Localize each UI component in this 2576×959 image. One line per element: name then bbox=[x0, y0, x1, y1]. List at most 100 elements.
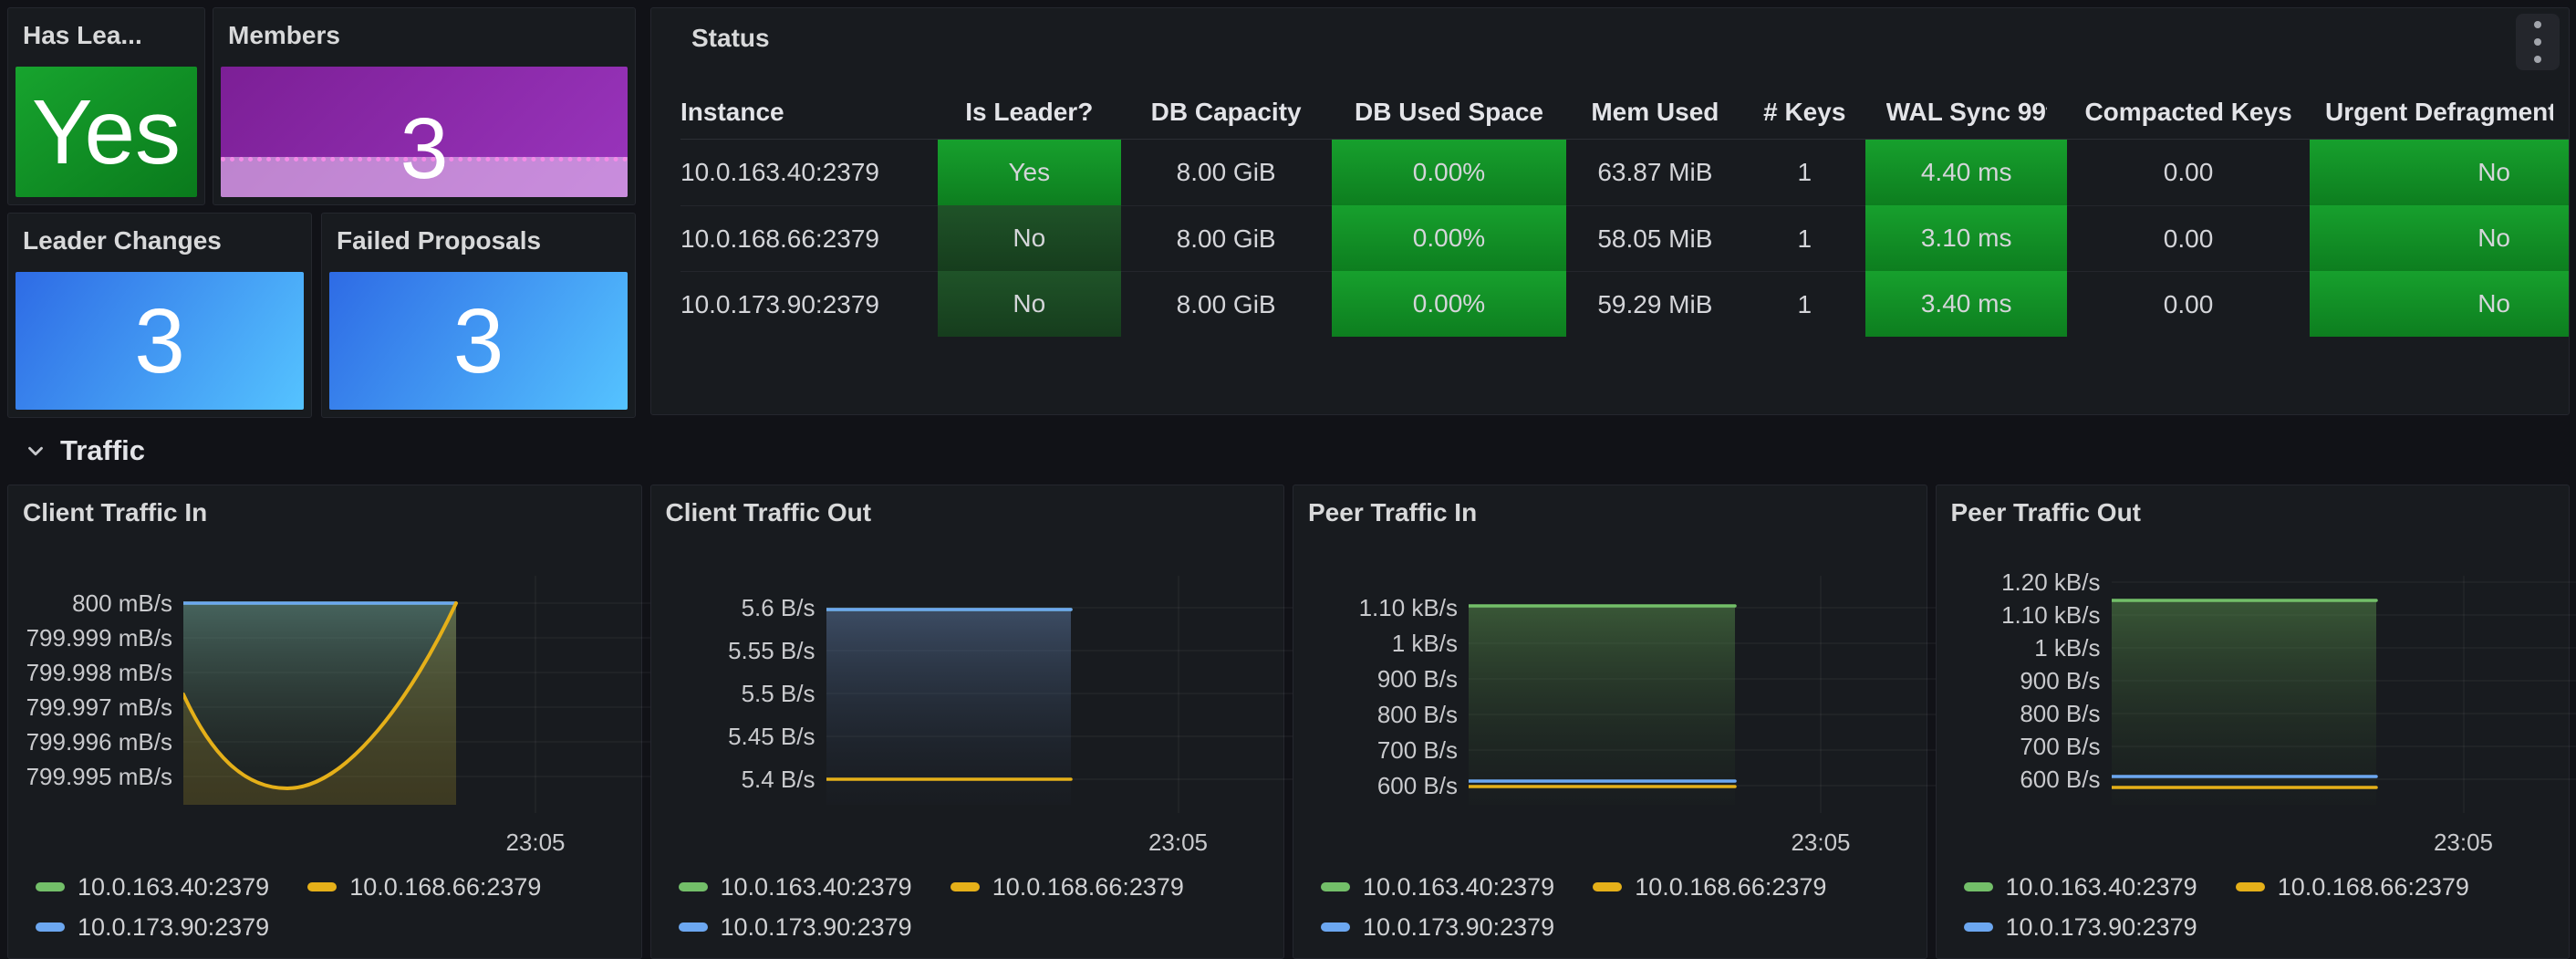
y-axis-label: 799.996 mB/s bbox=[8, 727, 172, 756]
y-axis-label: 1.20 kB/s bbox=[1937, 568, 2101, 597]
legend-label: 10.0.163.40:2379 bbox=[721, 873, 912, 902]
cell-instance: 10.0.163.40:2379 bbox=[680, 140, 938, 205]
legend-swatch-icon bbox=[1593, 882, 1622, 891]
stat-value-box: Yes bbox=[16, 67, 197, 197]
row-section-label: Traffic bbox=[60, 434, 145, 467]
legend-swatch-icon bbox=[36, 882, 65, 891]
legend-item[interactable]: 10.0.173.90:2379 bbox=[1964, 913, 2197, 942]
col-header-db-used-space[interactable]: DB Used Space bbox=[1332, 85, 1567, 140]
panel-members: Members 3 bbox=[213, 7, 636, 205]
panel-title-members[interactable]: Members bbox=[228, 21, 622, 50]
legend-label: 10.0.163.40:2379 bbox=[78, 873, 269, 902]
cell-wal-sync: 4.40 ms bbox=[1865, 140, 2067, 205]
y-axis-label: 1.10 kB/s bbox=[1937, 600, 2101, 630]
table-row: 10.0.168.66:2379 No 8.00 GiB 0.00% 58.05… bbox=[680, 205, 2569, 271]
chevron-down-icon bbox=[24, 439, 47, 463]
legend-row: 10.0.163.40:2379 10.0.168.66:2379 bbox=[679, 867, 1275, 907]
cell-instance: 10.0.173.90:2379 bbox=[680, 271, 938, 337]
col-header-db-capacity[interactable]: DB Capacity bbox=[1121, 85, 1332, 140]
chart-legend: 10.0.163.40:2379 10.0.168.66:2379 10.0.173… bbox=[1964, 867, 2560, 947]
legend-swatch-icon bbox=[679, 923, 708, 932]
panel-title-failed-proposals[interactable]: Failed Proposals bbox=[337, 226, 622, 255]
cell-db-capacity: 8.00 GiB bbox=[1121, 140, 1332, 205]
cell-compacted: 0.00 bbox=[2067, 205, 2310, 271]
table-header-row: Instance Is Leader? DB Capacity DB Used … bbox=[680, 85, 2569, 140]
legend-row: 10.0.173.90:2379 bbox=[1321, 907, 1917, 947]
plot-area[interactable] bbox=[826, 576, 1297, 813]
col-header-urgent-defragment[interactable]: Urgent Defragment bbox=[2310, 85, 2569, 140]
plot-area[interactable] bbox=[183, 576, 654, 813]
legend-item[interactable]: 10.0.168.66:2379 bbox=[950, 873, 1184, 902]
legend-item[interactable]: 10.0.163.40:2379 bbox=[1321, 873, 1554, 902]
chart-legend: 10.0.163.40:2379 10.0.168.66:2379 10.0.173… bbox=[679, 867, 1275, 947]
col-header-mem-used[interactable]: Mem Used bbox=[1566, 85, 1743, 140]
panel-failed-proposals: Failed Proposals 3 bbox=[321, 213, 636, 418]
y-axis-label: 700 B/s bbox=[1293, 735, 1458, 765]
cell-db-capacity: 8.00 GiB bbox=[1121, 205, 1332, 271]
legend-label: 10.0.168.66:2379 bbox=[2278, 873, 2469, 902]
cell-db-used: 0.00% bbox=[1332, 271, 1567, 337]
y-axis-label: 5.5 B/s bbox=[651, 679, 815, 708]
legend-label: 10.0.168.66:2379 bbox=[1635, 873, 1826, 902]
chart-legend: 10.0.163.40:2379 10.0.168.66:2379 10.0.173… bbox=[1321, 867, 1917, 947]
legend-swatch-icon bbox=[2236, 882, 2265, 891]
y-axis-label: 600 B/s bbox=[1937, 765, 2101, 794]
legend-swatch-icon bbox=[1964, 882, 1993, 891]
col-header-instance[interactable]: Instance bbox=[680, 85, 938, 140]
y-axis-label: 799.999 mB/s bbox=[8, 623, 172, 652]
y-axis-label: 800 mB/s bbox=[8, 589, 172, 618]
cell-wal-sync: 3.10 ms bbox=[1865, 205, 2067, 271]
cell-is-leader: No bbox=[938, 271, 1121, 337]
panel-title-has-leader[interactable]: Has Lea... bbox=[23, 21, 192, 50]
col-header-num-keys[interactable]: # Keys bbox=[1743, 85, 1865, 140]
cell-compacted: 0.00 bbox=[2067, 140, 2310, 205]
cell-urgent-defrag: No bbox=[2310, 140, 2569, 205]
legend-swatch-icon bbox=[679, 882, 708, 891]
row-section-traffic[interactable]: Traffic bbox=[0, 425, 145, 476]
legend-item[interactable]: 10.0.163.40:2379 bbox=[1964, 873, 2197, 902]
panel-has-leader: Has Lea... Yes bbox=[7, 7, 205, 205]
panel-title-leader-changes[interactable]: Leader Changes bbox=[23, 226, 298, 255]
legend-item[interactable]: 10.0.163.40:2379 bbox=[36, 873, 269, 902]
legend-label: 10.0.173.90:2379 bbox=[1363, 913, 1554, 942]
stat-value-box: 3 bbox=[16, 272, 304, 410]
plot-area[interactable] bbox=[2112, 576, 2576, 813]
plot-area[interactable] bbox=[1469, 576, 1939, 813]
kebab-menu-icon[interactable] bbox=[2516, 14, 2560, 70]
legend-item[interactable]: 10.0.173.90:2379 bbox=[1321, 913, 1554, 942]
cell-mem-used: 58.05 MiB bbox=[1566, 205, 1743, 271]
x-axis-tick: 23:05 bbox=[1766, 829, 1875, 857]
legend-item[interactable]: 10.0.173.90:2379 bbox=[679, 913, 912, 942]
legend-row: 10.0.173.90:2379 bbox=[1964, 907, 2560, 947]
legend-label: 10.0.173.90:2379 bbox=[2006, 913, 2197, 942]
panel-client-traffic-out: Client Traffic Out 5.6 B/s5.55 B/s5.5 B/… bbox=[650, 485, 1285, 959]
cell-db-used: 0.00% bbox=[1332, 140, 1567, 205]
cell-wal-sync: 3.40 ms bbox=[1865, 271, 2067, 337]
y-axis-label: 900 B/s bbox=[1293, 664, 1458, 693]
legend-item[interactable]: 10.0.168.66:2379 bbox=[1593, 873, 1826, 902]
cell-urgent-defrag: No bbox=[2310, 205, 2569, 271]
cell-compacted: 0.00 bbox=[2067, 271, 2310, 337]
y-axis-label: 799.995 mB/s bbox=[8, 762, 172, 791]
col-header-compacted-keys[interactable]: Compacted Keys bbox=[2067, 85, 2310, 140]
chart-legend: 10.0.163.40:2379 10.0.168.66:2379 10.0.173… bbox=[36, 867, 632, 947]
legend-swatch-icon bbox=[307, 882, 337, 891]
legend-label: 10.0.173.90:2379 bbox=[721, 913, 912, 942]
legend-item[interactable]: 10.0.173.90:2379 bbox=[36, 913, 269, 942]
legend-item[interactable]: 10.0.163.40:2379 bbox=[679, 873, 912, 902]
legend-swatch-icon bbox=[1964, 923, 1993, 932]
panel-title-status[interactable]: Status bbox=[691, 24, 770, 53]
cell-db-capacity: 8.00 GiB bbox=[1121, 271, 1332, 337]
leader-changes-value: 3 bbox=[134, 296, 185, 387]
legend-label: 10.0.168.66:2379 bbox=[992, 873, 1184, 902]
legend-item[interactable]: 10.0.168.66:2379 bbox=[2236, 873, 2469, 902]
cell-is-leader: Yes bbox=[938, 140, 1121, 205]
y-axis-label: 799.998 mB/s bbox=[8, 658, 172, 687]
col-header-is-leader[interactable]: Is Leader? bbox=[938, 85, 1121, 140]
legend-item[interactable]: 10.0.168.66:2379 bbox=[307, 873, 541, 902]
cell-mem-used: 63.87 MiB bbox=[1566, 140, 1743, 205]
cell-keys: 1 bbox=[1743, 271, 1865, 337]
panel-peer-traffic-out: Peer Traffic Out 1.20 kB/s1.10 kB/s1 kB/… bbox=[1936, 485, 2571, 959]
legend-swatch-icon bbox=[1321, 882, 1350, 891]
col-header-wal-sync[interactable]: WAL Sync 99th bbox=[1865, 85, 2067, 140]
